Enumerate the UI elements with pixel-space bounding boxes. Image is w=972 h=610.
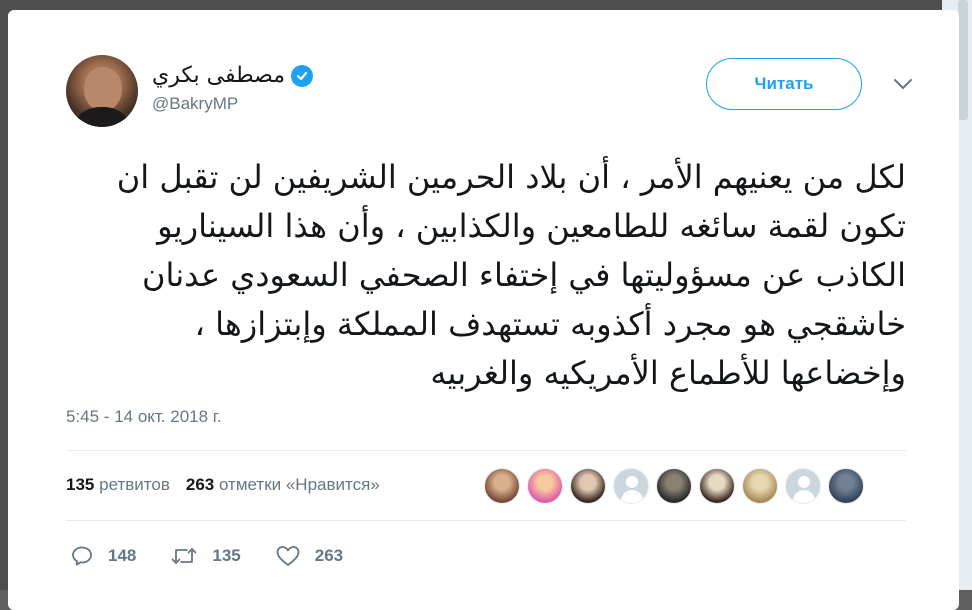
liker-avatar[interactable] bbox=[484, 468, 520, 504]
retweet-button[interactable]: 135 bbox=[170, 544, 241, 568]
follow-button[interactable]: Читать bbox=[706, 58, 862, 110]
stats-bottom-divider bbox=[66, 520, 906, 521]
tweet-card: مصطفى بكري @BakryMP Читать لكل من يعنيهم… bbox=[8, 10, 959, 610]
likes-stat[interactable]: 263 отметки «Нравится» bbox=[186, 475, 380, 495]
liker-avatar[interactable] bbox=[699, 468, 735, 504]
reply-icon bbox=[70, 544, 94, 568]
liker-default-avatar[interactable] bbox=[785, 468, 821, 504]
tweet-header: مصطفى بكري @BakryMP Читать bbox=[66, 53, 916, 133]
stats-top-divider bbox=[66, 450, 906, 451]
likes-label: отметки «Нравится» bbox=[218, 475, 380, 494]
liker-avatar[interactable] bbox=[828, 468, 864, 504]
tweet-actions: 148 135 263 bbox=[70, 544, 377, 568]
retweets-stat[interactable]: 135 ретвитов bbox=[66, 475, 170, 495]
heart-icon bbox=[275, 544, 301, 568]
retweet-count: 135 bbox=[212, 546, 241, 565]
like-button[interactable]: 263 bbox=[275, 544, 343, 568]
scrollbar-thumb[interactable] bbox=[958, 0, 968, 120]
avatar-face bbox=[84, 67, 122, 111]
liker-default-avatar[interactable] bbox=[613, 468, 649, 504]
like-count: 263 bbox=[314, 546, 344, 565]
tweet-stats: 135 ретвитов 263 отметки «Нравится» bbox=[66, 475, 380, 495]
author-display-name-text: مصطفى بكري bbox=[152, 63, 285, 88]
reply-button[interactable]: 148 bbox=[70, 544, 136, 568]
liker-avatar[interactable] bbox=[742, 468, 778, 504]
likes-count: 263 bbox=[185, 475, 215, 494]
liker-avatar[interactable] bbox=[656, 468, 692, 504]
reply-count: 148 bbox=[108, 546, 137, 565]
author-handle[interactable]: @BakryMP bbox=[152, 94, 313, 114]
tweet-timestamp[interactable]: 5:45 - 14 окт. 2018 г. bbox=[66, 407, 222, 427]
liker-avatar[interactable] bbox=[527, 468, 563, 504]
author-display-name[interactable]: مصطفى بكري bbox=[152, 63, 313, 88]
retweet-icon bbox=[170, 544, 198, 568]
retweets-count: 135 bbox=[66, 475, 95, 494]
tweet-text: لكل من يعنيهم الأمر ، أن بلاد الحرمين ال… bbox=[116, 158, 906, 392]
author-avatar[interactable] bbox=[66, 55, 138, 127]
author-name-block: مصطفى بكري @BakryMP bbox=[152, 63, 313, 114]
likers-avatar-list bbox=[484, 468, 864, 504]
verified-badge-icon bbox=[291, 64, 313, 87]
retweets-label: ретвитов bbox=[99, 475, 170, 494]
avatar-suit bbox=[70, 107, 134, 127]
chevron-down-icon[interactable] bbox=[892, 77, 914, 91]
liker-avatar[interactable] bbox=[570, 468, 606, 504]
